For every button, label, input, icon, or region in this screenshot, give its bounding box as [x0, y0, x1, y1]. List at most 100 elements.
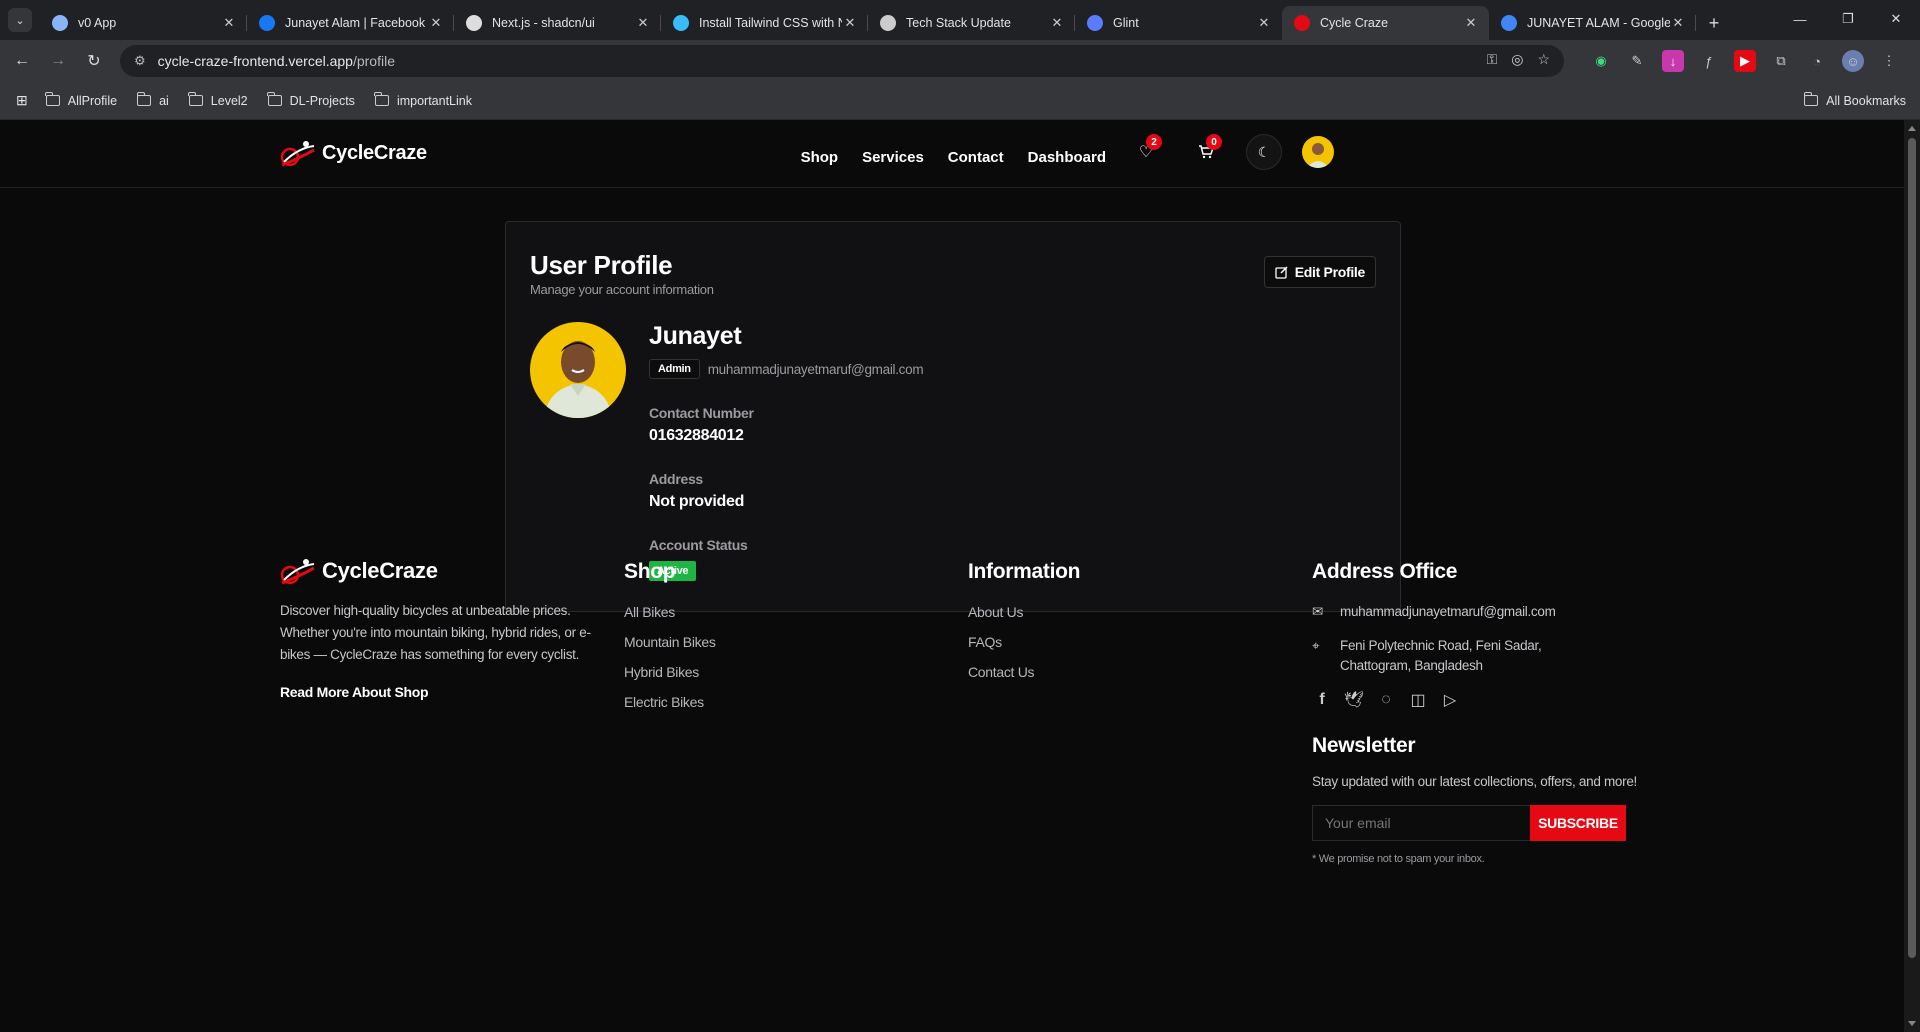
browser-tab[interactable]: JUNAYET ALAM - Google ✕: [1489, 6, 1696, 40]
tab-close-icon[interactable]: ✕: [635, 15, 651, 31]
footer-logo[interactable]: CycleCraze: [280, 556, 600, 586]
menu-dots-icon[interactable]: ⋮: [1878, 50, 1900, 72]
tab-close-icon[interactable]: ✕: [842, 15, 858, 31]
key-icon[interactable]: ⚿: [1487, 51, 1498, 68]
browser-tab[interactable]: Next.js - shadcn/ui ✕: [454, 6, 661, 40]
tab-favicon-icon: [1294, 15, 1310, 31]
header-avatar[interactable]: [1302, 136, 1334, 168]
theme-toggle[interactable]: ☾: [1246, 134, 1282, 170]
nav-contact[interactable]: Contact: [948, 149, 1004, 166]
eyedropper-icon[interactable]: ✎: [1626, 50, 1648, 72]
tab-close-icon[interactable]: ✕: [428, 15, 444, 31]
edit-profile-button[interactable]: Edit Profile: [1263, 256, 1376, 288]
video-ext-icon[interactable]: ▶: [1734, 50, 1756, 72]
footer-location-row: ⌖ Feni Polytechnic Road, Feni Sadar, Cha…: [1312, 636, 1612, 676]
bookmark-folder[interactable]: Level2: [188, 92, 248, 108]
site-header: CycleCraze Shop Services Contact Dashboa…: [0, 120, 1904, 188]
tab-title: Next.js - shadcn/ui: [492, 16, 595, 30]
download-ext-icon[interactable]: ↓: [1662, 50, 1684, 72]
link-faqs[interactable]: FAQs: [968, 634, 1080, 650]
eye-off-icon[interactable]: ◎: [1511, 51, 1523, 68]
extension-green-icon[interactable]: ◉: [1590, 50, 1612, 72]
tab-title: Junayet Alam | Facebook: [285, 16, 426, 30]
user-name: Junayet: [649, 322, 742, 350]
footer-shop-title: Shop: [624, 560, 676, 583]
youtube-icon[interactable]: ▷: [1440, 690, 1460, 710]
link-about-us[interactable]: About Us: [968, 604, 1080, 620]
bookmark-folder[interactable]: importantLink: [374, 92, 472, 108]
twitter-icon[interactable]: 🕊: [1344, 690, 1364, 710]
bookmark-folder[interactable]: DL-Projects: [267, 92, 355, 108]
bike-logo-icon: [280, 141, 315, 167]
footer-shop-links: All Bikes Mountain Bikes Hybrid Bikes El…: [624, 604, 716, 710]
minimize-icon[interactable]: —: [1776, 0, 1824, 38]
all-bookmarks[interactable]: All Bookmarks: [1803, 92, 1906, 108]
site-info-icon[interactable]: ⚙: [134, 53, 146, 69]
bookmark-label: AllProfile: [67, 93, 118, 108]
tab-close-icon[interactable]: ✕: [1670, 15, 1686, 31]
browser-tab[interactable]: v0 App ✕: [40, 6, 247, 40]
page-scrollbar[interactable]: [1904, 120, 1920, 1032]
tab-close-icon[interactable]: ✕: [1049, 15, 1065, 31]
link-all-bikes[interactable]: All Bikes: [624, 604, 716, 620]
new-tab-button[interactable]: +: [1696, 6, 1732, 40]
nav-dashboard[interactable]: Dashboard: [1028, 149, 1106, 166]
edit-profile-label: Edit Profile: [1294, 264, 1366, 280]
nav-services[interactable]: Services: [862, 149, 924, 166]
browser-tab[interactable]: Junayet Alam | Facebook ✕: [247, 6, 454, 40]
tab-close-icon[interactable]: ✕: [221, 15, 237, 31]
reload-icon[interactable]: ↻: [76, 43, 112, 79]
facebook-icon[interactable]: f: [1312, 690, 1332, 710]
forward-icon[interactable]: →: [40, 43, 76, 79]
bookmark-folder[interactable]: AllProfile: [45, 92, 118, 108]
nav-shop[interactable]: Shop: [801, 149, 839, 166]
tab-favicon-icon: [52, 15, 68, 31]
folder-icon: [188, 92, 203, 106]
cart-button[interactable]: 0: [1186, 132, 1226, 172]
browser-tab[interactable]: Glint ✕: [1075, 6, 1282, 40]
performance-icon[interactable]: ◔: [1806, 50, 1828, 72]
browser-tab[interactable]: Install Tailwind CSS with N ✕: [661, 6, 868, 40]
footer-description: Discover high-quality bicycles at unbeat…: [280, 603, 591, 662]
star-icon[interactable]: ☆: [1537, 51, 1550, 68]
tab-favicon-icon: [1087, 15, 1103, 31]
scroll-thumb[interactable]: [1908, 138, 1916, 958]
tab-close-icon[interactable]: ✕: [1463, 15, 1479, 31]
page: CycleCraze Shop Services Contact Dashboa…: [0, 120, 1904, 1032]
scroll-down-arrow[interactable]: [1908, 1021, 1916, 1026]
link-contact-us[interactable]: Contact Us: [968, 664, 1080, 680]
wishlist-button[interactable]: ♡ 2: [1126, 132, 1166, 172]
url-bar[interactable]: ⚙ cycle-craze-frontend.vercel.app/profil…: [120, 45, 1564, 77]
apps-grid-icon[interactable]: ⊞: [16, 92, 28, 109]
close-window-icon[interactable]: ✕: [1872, 0, 1920, 38]
link-mountain-bikes[interactable]: Mountain Bikes: [624, 634, 716, 650]
instagram-icon[interactable]: ◫: [1408, 690, 1428, 710]
bookmark-folder[interactable]: ai: [136, 92, 169, 108]
link-electric-bikes[interactable]: Electric Bikes: [624, 694, 716, 710]
role-badge: Admin: [649, 359, 700, 379]
tab-search-button[interactable]: ⌄: [0, 0, 40, 40]
formula-icon[interactable]: ƒ: [1698, 50, 1720, 72]
link-hybrid-bikes[interactable]: Hybrid Bikes: [624, 664, 716, 680]
newsletter-email-input[interactable]: [1312, 805, 1530, 841]
edit-icon: [1275, 266, 1288, 279]
subscribe-button[interactable]: SUBSCRIBE: [1530, 805, 1626, 841]
site-logo[interactable]: CycleCraze: [280, 138, 427, 168]
tab-favicon-icon: [259, 15, 275, 31]
all-bookmarks-label: All Bookmarks: [1826, 93, 1906, 108]
github-icon[interactable]: ◌: [1376, 690, 1396, 710]
browser-tab[interactable]: Tech Stack Update ✕: [868, 6, 1075, 40]
window-controls: — ❐ ✕: [1776, 0, 1920, 38]
bookmark-label: importantLink: [396, 93, 472, 108]
footer-email[interactable]: muhammadjunayetmaruf@gmail.com: [1340, 602, 1556, 622]
puzzle-icon[interactable]: ⧉: [1770, 50, 1792, 72]
read-more-link[interactable]: Read More About Shop: [280, 684, 600, 700]
browser-tab[interactable]: Cycle Craze ✕: [1282, 6, 1489, 40]
restore-icon[interactable]: ❐: [1824, 0, 1872, 38]
scroll-up-arrow[interactable]: [1908, 126, 1916, 131]
back-icon[interactable]: ←: [4, 43, 40, 79]
status-label: Account Status: [649, 537, 748, 553]
profile-avatar-icon[interactable]: ☺: [1842, 50, 1864, 72]
tab-close-icon[interactable]: ✕: [1256, 15, 1272, 31]
map-pin-icon: ⌖: [1312, 638, 1320, 653]
